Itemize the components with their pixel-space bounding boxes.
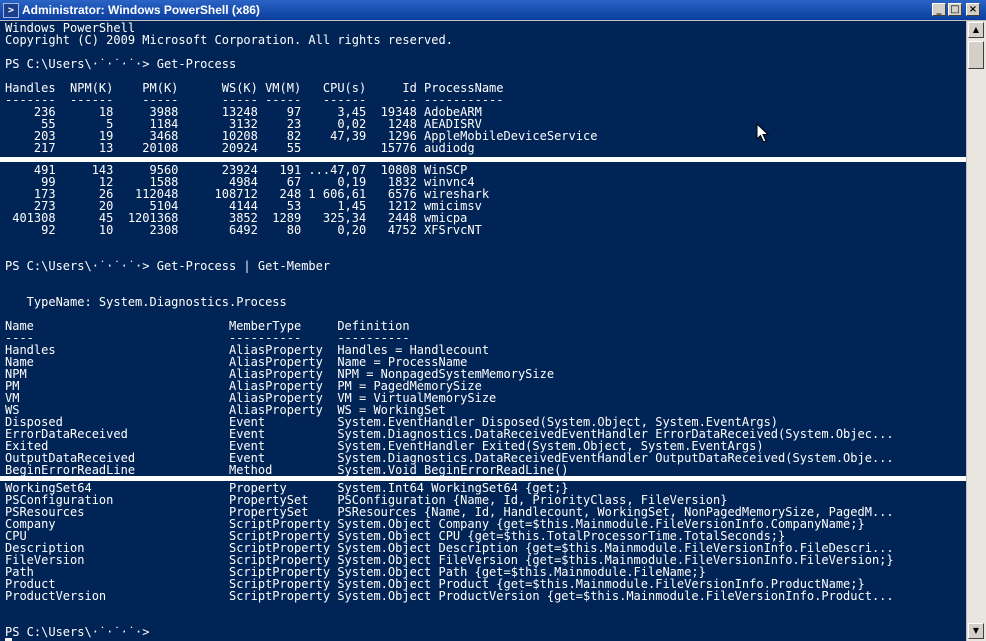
window-title: Administrator: Windows PowerShell (x86): [22, 3, 260, 17]
console-segment-2: 491 143 9560 23924 191 ...47,07 10808 Wi…: [5, 164, 894, 476]
powershell-icon[interactable]: >: [3, 3, 19, 18]
screenshot-splice-gap: [0, 476, 986, 481]
mouse-pointer-icon: [756, 123, 770, 143]
powershell-window: > Administrator: Windows PowerShell (x86…: [0, 0, 986, 641]
console-line: 217 13 20108 20924 55 15776 audiodg: [5, 141, 475, 155]
prompt-line[interactable]: PS C:\Users\·˙·˙·˙·>: [5, 626, 157, 641]
console-line: ProductVersion ScriptProperty System.Obj…: [5, 589, 894, 603]
console-line: Copyright (C) 2009 Microsoft Corporation…: [5, 33, 453, 47]
scroll-down-arrow-icon[interactable]: ▼: [968, 623, 984, 639]
scroll-up-arrow-icon[interactable]: ▲: [968, 22, 984, 38]
close-button[interactable]: ×: [966, 3, 980, 16]
title-bar[interactable]: > Administrator: Windows PowerShell (x86…: [0, 0, 986, 21]
prompt-text: PS C:\Users\·˙·˙·˙·>: [5, 625, 157, 639]
console-line: BeginErrorReadLine Method System.Void Be…: [5, 463, 569, 477]
vertical-scrollbar[interactable]: ▲ ▼: [966, 21, 986, 641]
minimize-button[interactable]: _: [932, 3, 946, 16]
console-line: PS C:\Users\·˙·˙·˙·> Get-Process: [5, 57, 237, 71]
screenshot-splice-gap: [0, 157, 986, 162]
scroll-thumb[interactable]: [968, 41, 984, 69]
console-segment-3: WorkingSet64 Property System.Int64 Worki…: [5, 482, 894, 626]
console-output[interactable]: Windows PowerShell Copyright (C) 2009 Mic…: [0, 21, 966, 641]
console-line: TypeName: System.Diagnostics.Process: [5, 295, 287, 309]
console-line: PS C:\Users\·˙·˙·˙·> Get-Process | Get-M…: [5, 259, 331, 273]
console-segment-1: Windows PowerShell Copyright (C) 2009 Mic…: [5, 22, 597, 154]
maximize-button[interactable]: □: [948, 3, 962, 16]
console-line: 92 10 2308 6492 80 0,20 4752 XFSrvcNT: [5, 223, 482, 237]
